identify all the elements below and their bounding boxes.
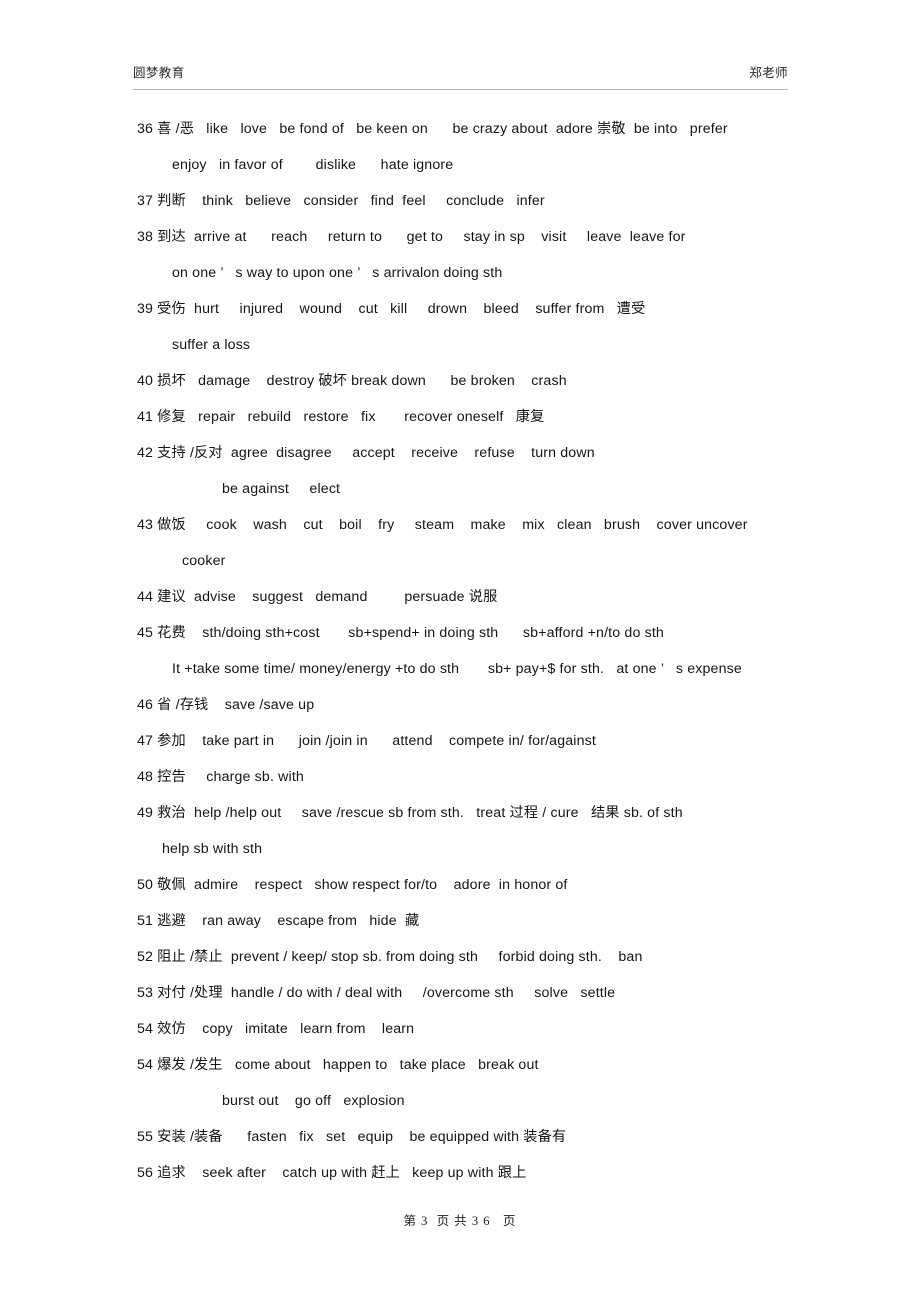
entry-54b-cont: burst out go off explosion [222, 1093, 405, 1109]
entry-56: 56 追求 seek after catch up with 赶上 keep u… [137, 1165, 527, 1181]
entry-43-cont: cooker [182, 553, 226, 569]
entry-37: 37 判断 think believe consider find feel c… [137, 193, 545, 209]
entry-42-cont: be against elect [222, 481, 341, 497]
entry-44: 44 建议 advise suggest demand persuade 说服 [137, 589, 498, 605]
entry-47: 47 参加 take part in join /join in attend … [137, 733, 596, 749]
entry-54a: 54 效仿 copy imitate learn from learn [137, 1021, 415, 1037]
entry-42: 42 支持 /反对 agree disagree accept receive … [137, 445, 595, 461]
header-divider [133, 89, 788, 90]
entry-43: 43 做饭 cook wash cut boil fry steam make … [137, 517, 748, 533]
entry-39-cont: suffer a loss [172, 337, 251, 353]
document-page: 圆梦教育 郑老师 36 喜 /恶 like love be fond of be… [0, 0, 920, 1303]
entry-50: 50 敬佩 admire respect show respect for/to… [137, 877, 568, 893]
entry-51: 51 逃避 ran away escape from hide 藏 [137, 913, 420, 929]
entry-48: 48 控告 charge sb. with [137, 769, 304, 785]
entry-40: 40 损坏 damage destroy 破坏 break down be br… [137, 373, 567, 389]
entry-38: 38 到达 arrive at reach return to get to s… [137, 229, 686, 245]
entry-36: 36 喜 /恶 like love be fond of be keen on … [137, 121, 728, 137]
header-organization: 圆梦教育 [133, 66, 185, 80]
entry-45: 45 花费 sth/doing sth+cost sb+spend+ in do… [137, 625, 664, 641]
entry-52: 52 阻止 /禁止 prevent / keep/ stop sb. from … [137, 949, 643, 965]
entry-49: 49 救治 help /help out save /rescue sb fro… [137, 805, 683, 821]
entry-49-cont: help sb with sth [162, 841, 263, 857]
header-author: 郑老师 [749, 66, 788, 80]
entry-55: 55 安装 /装备 fasten fix set equip be equipp… [137, 1129, 567, 1145]
entry-41: 41 修复 repair rebuild restore fix recover… [137, 409, 545, 425]
entry-39: 39 受伤 hurt injured wound cut kill drown … [137, 301, 646, 317]
entry-53: 53 对付 /处理 handle / do with / deal with /… [137, 985, 616, 1001]
running-header: 圆梦教育 郑老师 [133, 62, 788, 81]
entry-46: 46 省 /存钱 save /save up [137, 697, 315, 713]
entry-36-cont: enjoy in favor of dislike hate ignore [172, 157, 454, 173]
entry-38-cont: on one ’ s way to upon one ’ s arrivalon… [172, 265, 503, 281]
vocabulary-entry-list: 36 喜 /恶 like love be fond of be keen on … [0, 120, 920, 1200]
entry-54b: 54 爆发 /发生 come about happen to take plac… [137, 1057, 539, 1073]
entry-45-cont: It +take some time/ money/energy +to do … [172, 661, 742, 677]
page-footer: 第 3 页 共 3 6 页 [403, 1214, 517, 1228]
